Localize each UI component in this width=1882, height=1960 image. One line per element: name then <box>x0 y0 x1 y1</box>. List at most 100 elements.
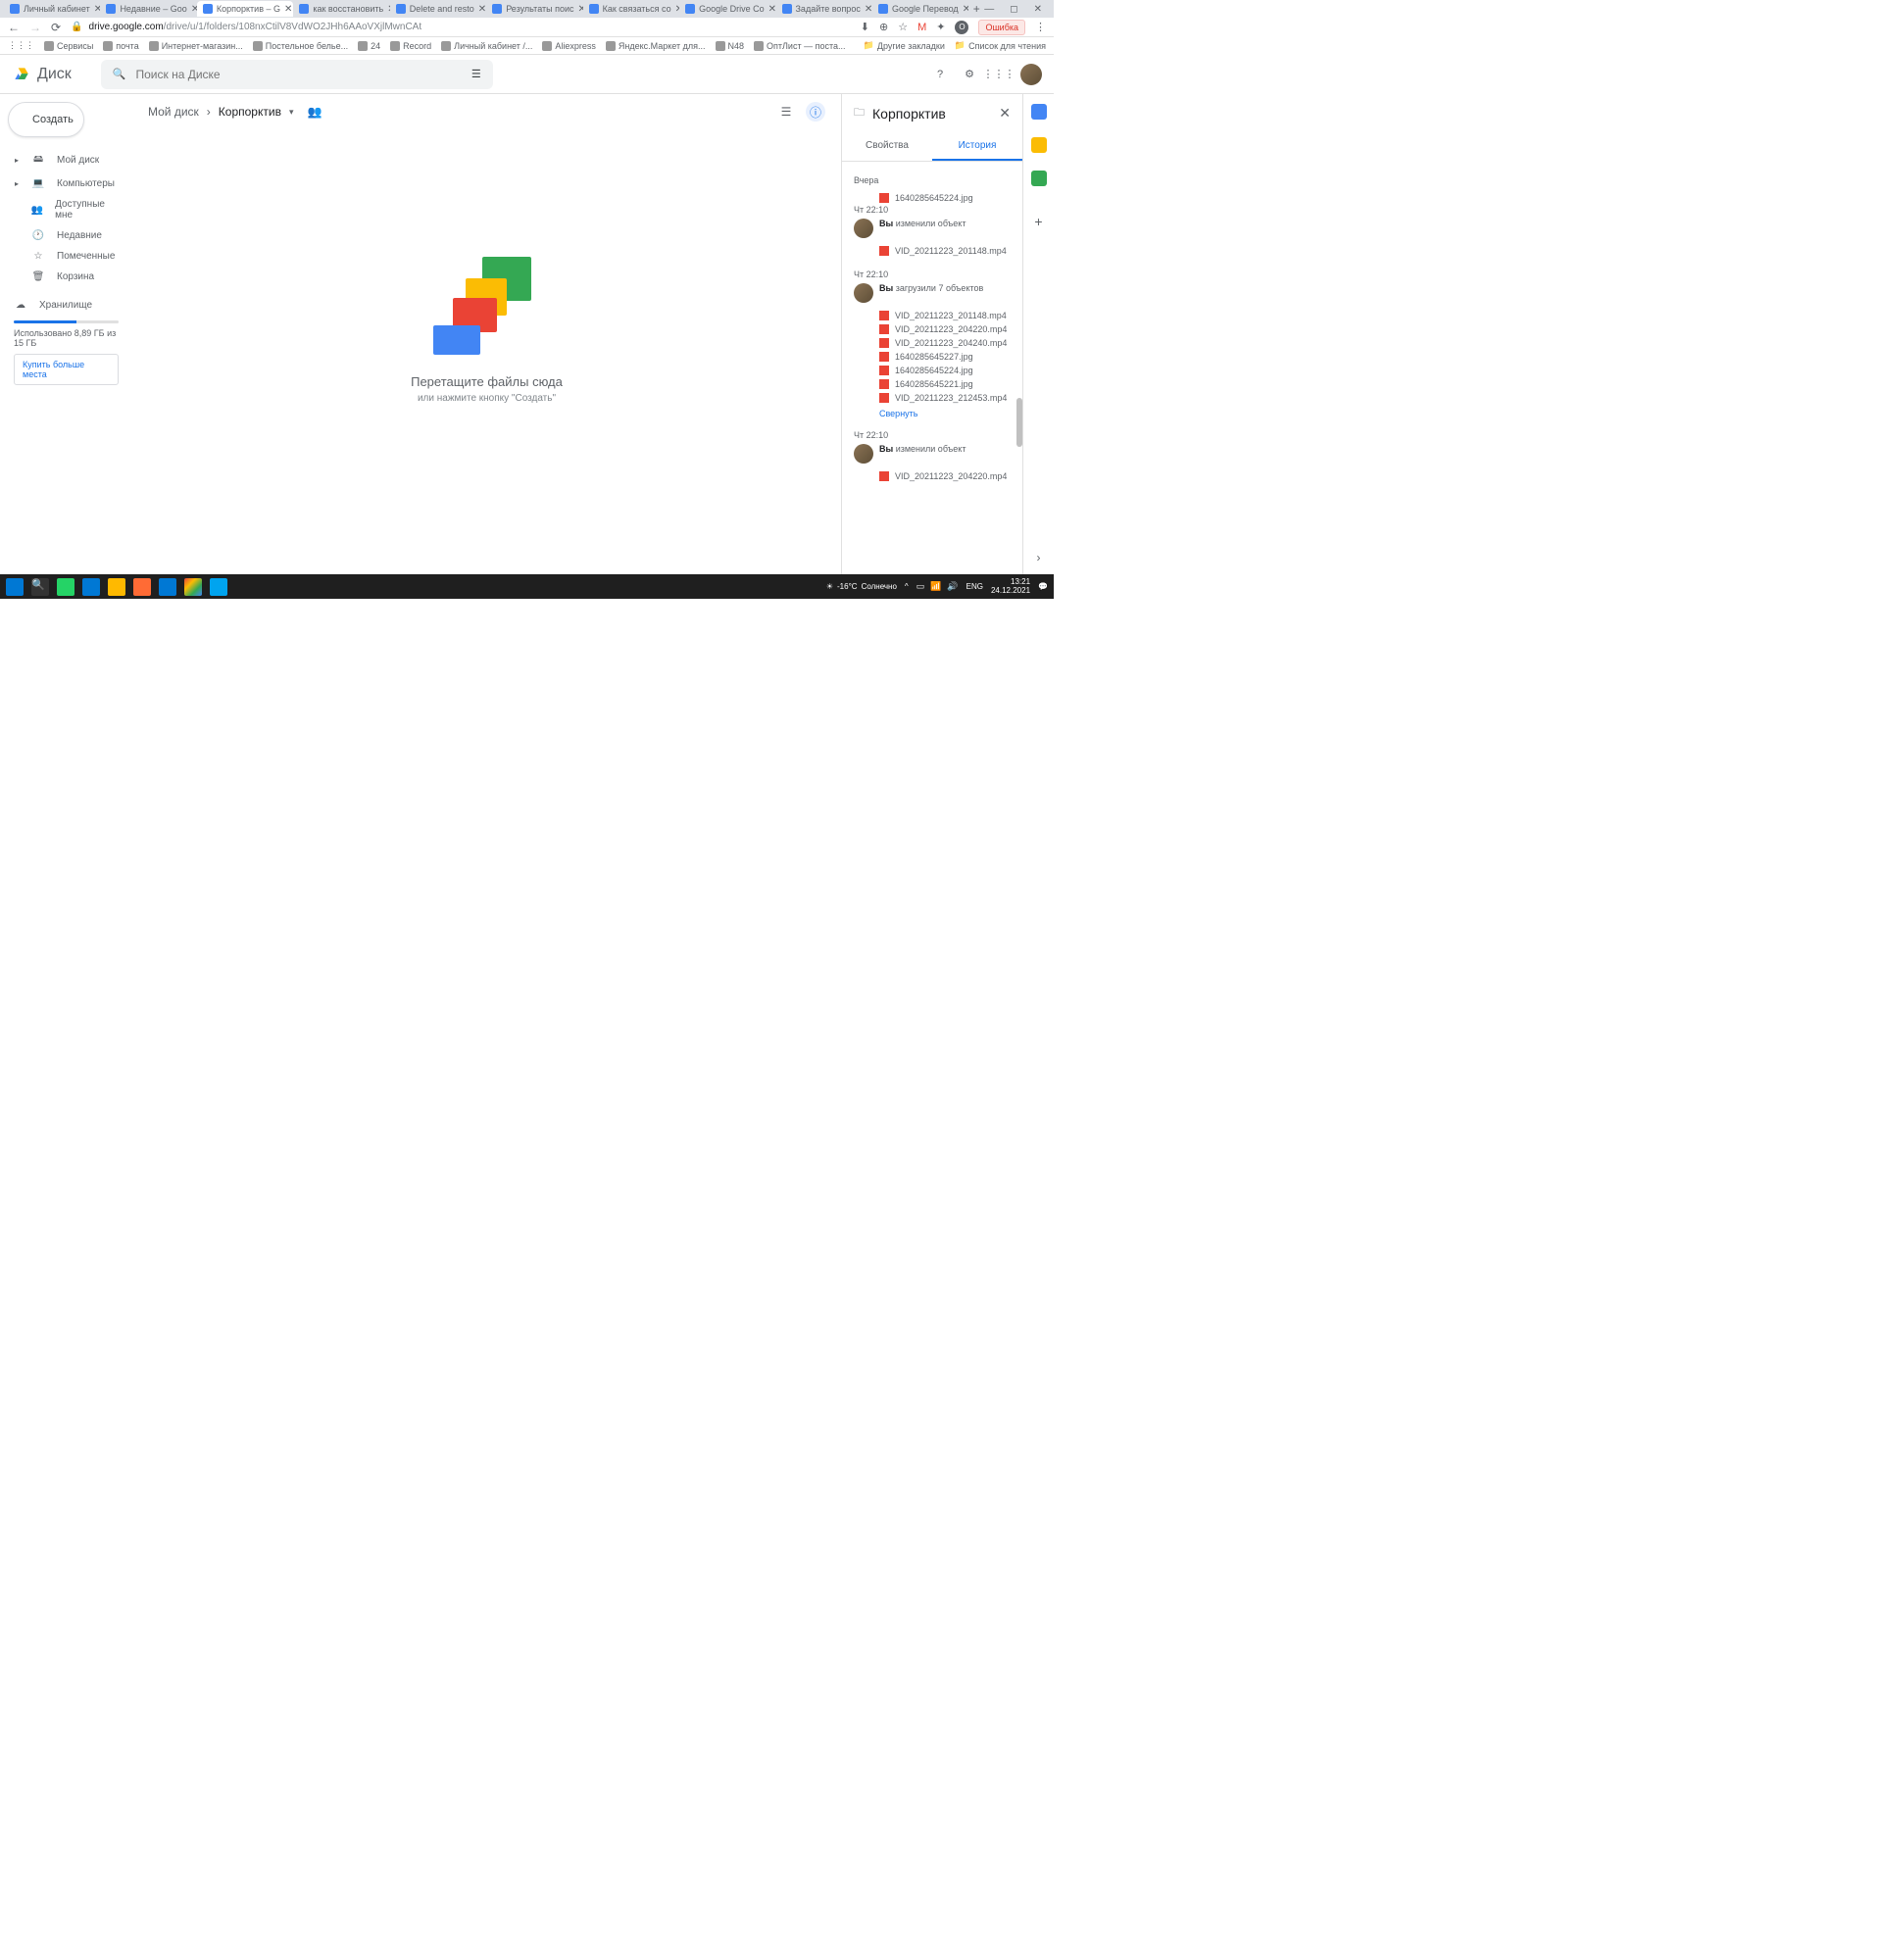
bookmark[interactable]: 24 <box>358 41 380 51</box>
clock[interactable]: 13:21 24.12.2021 <box>991 578 1030 596</box>
explorer-icon[interactable] <box>108 578 125 596</box>
create-button[interactable]: Создать <box>8 102 84 137</box>
bookmark-right[interactable]: 📁Другие закладки <box>864 40 945 51</box>
error-badge[interactable]: Ошибка <box>978 20 1025 35</box>
edge-icon[interactable] <box>82 578 100 596</box>
history-file[interactable]: VID_20211223_204220.mp4 <box>854 469 1011 483</box>
history-file[interactable]: 1640285645224.jpg <box>854 364 1011 377</box>
close-tab-icon[interactable]: ✕ <box>768 4 776 15</box>
mail-icon[interactable] <box>159 578 176 596</box>
close-tab-icon[interactable]: ✕ <box>478 4 486 15</box>
history-file[interactable]: 1640285645224.jpg <box>854 191 1011 205</box>
expand-icon[interactable]: ▸ <box>14 156 20 165</box>
app-icon-1[interactable] <box>133 578 151 596</box>
start-button[interactable] <box>6 578 24 596</box>
search-taskbar-icon[interactable]: 🔍 <box>31 578 49 596</box>
bookmark[interactable]: Record <box>390 41 431 51</box>
maximize-button[interactable]: ◻ <box>1010 4 1017 15</box>
collapse-panel-icon[interactable]: › <box>1037 551 1041 564</box>
storage-item[interactable]: ☁ Хранилище <box>14 295 119 316</box>
close-icon[interactable]: ✕ <box>999 105 1011 122</box>
close-window-button[interactable]: ✕ <box>1034 4 1042 15</box>
crumb-current[interactable]: Корпорктив <box>219 105 281 119</box>
extensions-icon[interactable]: ✦ <box>936 21 945 33</box>
lang-indicator[interactable]: ENG <box>966 582 983 591</box>
add-panel-icon[interactable]: + <box>1034 214 1042 229</box>
bookmark[interactable]: Интернет-магазин... <box>149 41 243 51</box>
browser-tab[interactable]: Корпорктив – G✕ <box>197 1 293 17</box>
reload-button[interactable]: ⟳ <box>51 21 61 34</box>
wifi-icon[interactable]: 📶 <box>930 581 941 592</box>
history-file[interactable]: VID_20211223_204220.mp4 <box>854 322 1011 336</box>
back-button[interactable]: ← <box>8 21 20 34</box>
tasks-icon[interactable] <box>1031 171 1047 186</box>
chevron-down-icon[interactable]: ▾ <box>289 107 294 118</box>
chrome-icon[interactable] <box>184 578 202 596</box>
weather-widget[interactable]: ☀ -16°C Солнечно <box>826 582 897 591</box>
apps-icon[interactable]: ⋮⋮⋮ <box>8 40 34 51</box>
keep-icon[interactable] <box>1031 137 1047 153</box>
browser-tab[interactable]: Google Перевод✕ <box>872 1 968 17</box>
history-file[interactable]: VID_20211223_201148.mp4 <box>854 244 1011 258</box>
install-icon[interactable]: ⊕ <box>879 21 888 33</box>
tab-history[interactable]: История <box>932 132 1022 161</box>
profile-badge[interactable]: O <box>955 21 968 34</box>
gear-icon[interactable]: ⚙ <box>962 67 977 82</box>
new-tab-button[interactable]: + <box>968 2 984 16</box>
browser-tab[interactable]: Задайте вопрос✕ <box>776 1 872 17</box>
history-file[interactable]: 1640285645221.jpg <box>854 377 1011 391</box>
bookmark[interactable]: почта <box>103 41 138 51</box>
tray-expand-icon[interactable]: ^ <box>905 582 909 591</box>
list-view-icon[interactable]: ☰ <box>776 102 796 122</box>
nav-item[interactable]: ▸🖴Мой диск <box>0 147 132 173</box>
tab-properties[interactable]: Свойства <box>842 132 932 161</box>
browser-tab[interactable]: Личный кабинет✕ <box>4 1 100 17</box>
nav-item[interactable]: 👥Доступные мне <box>0 194 132 225</box>
history-file[interactable]: VID_20211223_212453.mp4 <box>854 391 1011 405</box>
browser-tab[interactable]: как восстановить✕ <box>293 1 389 17</box>
search-box[interactable]: 🔍 ☰ <box>101 60 493 89</box>
browser-tab[interactable]: Результаты поис✕ <box>486 1 582 17</box>
apps-grid-icon[interactable]: ⋮⋮⋮ <box>991 67 1007 82</box>
volume-icon[interactable]: 🔊 <box>947 581 958 592</box>
notifications-icon[interactable]: 💬 <box>1038 582 1048 591</box>
browser-tab[interactable]: Недавние – Goo✕ <box>100 1 196 17</box>
download-icon[interactable]: ⬇ <box>861 21 869 33</box>
app-icon-2[interactable] <box>210 578 227 596</box>
crumb-root[interactable]: Мой диск <box>148 105 199 119</box>
history-file[interactable]: 1640285645227.jpg <box>854 350 1011 364</box>
close-tab-icon[interactable]: ✕ <box>578 4 583 15</box>
battery-icon[interactable]: ▭ <box>916 581 925 592</box>
close-tab-icon[interactable]: ✕ <box>284 4 292 15</box>
bookmark[interactable]: Постельное белье... <box>253 41 348 51</box>
bookmark[interactable]: Личный кабинет /... <box>441 41 532 51</box>
info-icon[interactable]: ⓘ <box>806 102 825 122</box>
collapse-link[interactable]: Свернуть <box>854 409 1011 418</box>
history-file[interactable]: VID_20211223_204240.mp4 <box>854 336 1011 350</box>
browser-tab[interactable]: Как связаться со✕ <box>583 1 679 17</box>
drive-logo[interactable]: Диск <box>12 65 72 84</box>
share-icon[interactable]: 👥 <box>307 105 322 119</box>
bookmark[interactable]: N48 <box>716 41 745 51</box>
buy-storage-button[interactable]: Купить больше места <box>14 354 119 385</box>
bookmark[interactable]: Aliexpress <box>542 41 596 51</box>
nav-item[interactable]: ▸💻Компьютеры <box>0 173 132 194</box>
bookmark[interactable]: ОптЛист — поста... <box>754 41 845 51</box>
star-icon[interactable]: ☆ <box>898 21 908 33</box>
url-field[interactable]: 🔒 drive.google.com/drive/u/1/folders/108… <box>71 22 851 32</box>
bookmark[interactable]: Сервисы <box>44 41 93 51</box>
forward-button[interactable]: → <box>29 21 41 34</box>
nav-item[interactable]: ☆Помеченные <box>0 246 132 267</box>
whatsapp-icon[interactable] <box>57 578 74 596</box>
gmail-icon[interactable]: M <box>917 22 926 33</box>
bookmark[interactable]: Яндекс.Маркет для... <box>606 41 706 51</box>
history-file[interactable]: VID_20211223_201148.mp4 <box>854 309 1011 322</box>
calendar-icon[interactable] <box>1031 104 1047 120</box>
close-tab-icon[interactable]: ✕ <box>865 4 872 15</box>
browser-tab[interactable]: Delete and resto✕ <box>390 1 486 17</box>
close-tab-icon[interactable]: ✕ <box>94 4 101 15</box>
filter-icon[interactable]: ☰ <box>471 68 481 80</box>
help-icon[interactable]: ? <box>932 67 948 82</box>
expand-icon[interactable]: ▸ <box>14 179 20 188</box>
minimize-button[interactable]: — <box>984 4 994 15</box>
